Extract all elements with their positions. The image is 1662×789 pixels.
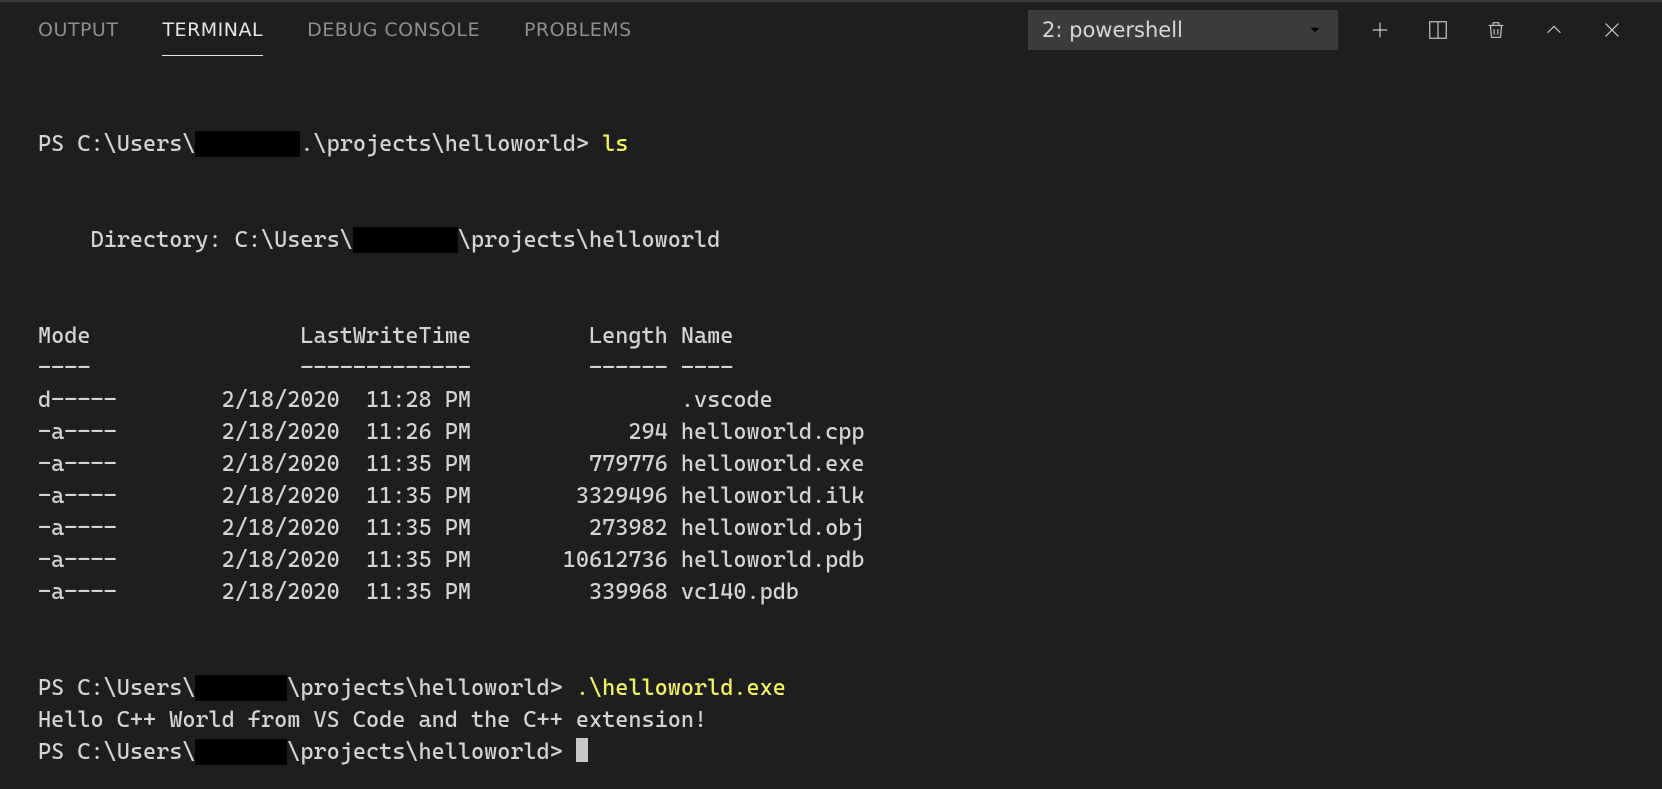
prompt-prefix: PS C:\Users\: [38, 739, 195, 765]
chevron-down-icon: [1306, 21, 1324, 39]
tab-problems[interactable]: PROBLEMS: [524, 5, 632, 56]
ls-row: -a---- 2/18/2020 11:35 PM 273982 hellowo…: [38, 515, 865, 541]
terminal-actions: [1368, 18, 1624, 42]
prompt-suffix: .\projects\helloworld>: [300, 131, 602, 157]
panel-tabs: OUTPUT TERMINAL DEBUG CONSOLE PROBLEMS: [38, 5, 632, 56]
dir-after: \projects\helloworld: [458, 227, 720, 253]
ls-row: -a---- 2/18/2020 11:35 PM 779776 hellowo…: [38, 451, 865, 477]
ls-row: -a---- 2/18/2020 11:35 PM 339968 vc140.p…: [38, 579, 799, 605]
prompt-suffix: \projects\helloworld>: [287, 739, 563, 765]
new-terminal-button[interactable]: [1368, 18, 1392, 42]
tab-output[interactable]: OUTPUT: [38, 5, 118, 56]
ls-row: -a---- 2/18/2020 11:35 PM 3329496 hellow…: [38, 483, 865, 509]
ls-row: -a---- 2/18/2020 11:26 PM 294 helloworld…: [38, 419, 865, 445]
terminal-shell-label: 2: powershell: [1042, 18, 1183, 42]
close-panel-button[interactable]: [1600, 18, 1624, 42]
maximize-panel-button[interactable]: [1542, 18, 1566, 42]
terminal-cursor: [576, 738, 588, 762]
tab-terminal[interactable]: TERMINAL: [162, 5, 263, 56]
dir-indent: Directory: C:\Users\: [38, 227, 353, 253]
prompt-suffix: \projects\helloworld>: [287, 675, 576, 701]
split-terminal-button[interactable]: [1426, 18, 1450, 42]
redacted-user: [195, 675, 287, 701]
tab-debug-console[interactable]: DEBUG CONSOLE: [307, 5, 480, 56]
command-ls: ls: [602, 131, 628, 157]
redacted-user: [195, 739, 287, 765]
redacted-user: [195, 131, 300, 157]
command-run-exe: .\helloworld.exe: [576, 675, 786, 701]
terminal-view[interactable]: PS C:\Users\ .\projects\helloworld> ls D…: [0, 58, 1662, 768]
ls-row: d----- 2/18/2020 11:28 PM .vscode: [38, 387, 773, 413]
ls-rule: ---- ------------- ------ ----: [38, 355, 733, 381]
prompt-prefix: PS C:\Users\: [38, 131, 195, 157]
program-output: Hello C++ World from VS Code and the C++…: [38, 707, 707, 733]
redacted-user: [353, 227, 458, 253]
ls-row: -a---- 2/18/2020 11:35 PM 10612736 hello…: [38, 547, 865, 573]
ls-header: Mode LastWriteTime Length Name: [38, 323, 733, 349]
panel-tab-bar: OUTPUT TERMINAL DEBUG CONSOLE PROBLEMS 2…: [0, 2, 1662, 58]
kill-terminal-button[interactable]: [1484, 18, 1508, 42]
prompt-prefix: PS C:\Users\: [38, 675, 195, 701]
terminal-shell-select[interactable]: 2: powershell: [1028, 10, 1338, 50]
